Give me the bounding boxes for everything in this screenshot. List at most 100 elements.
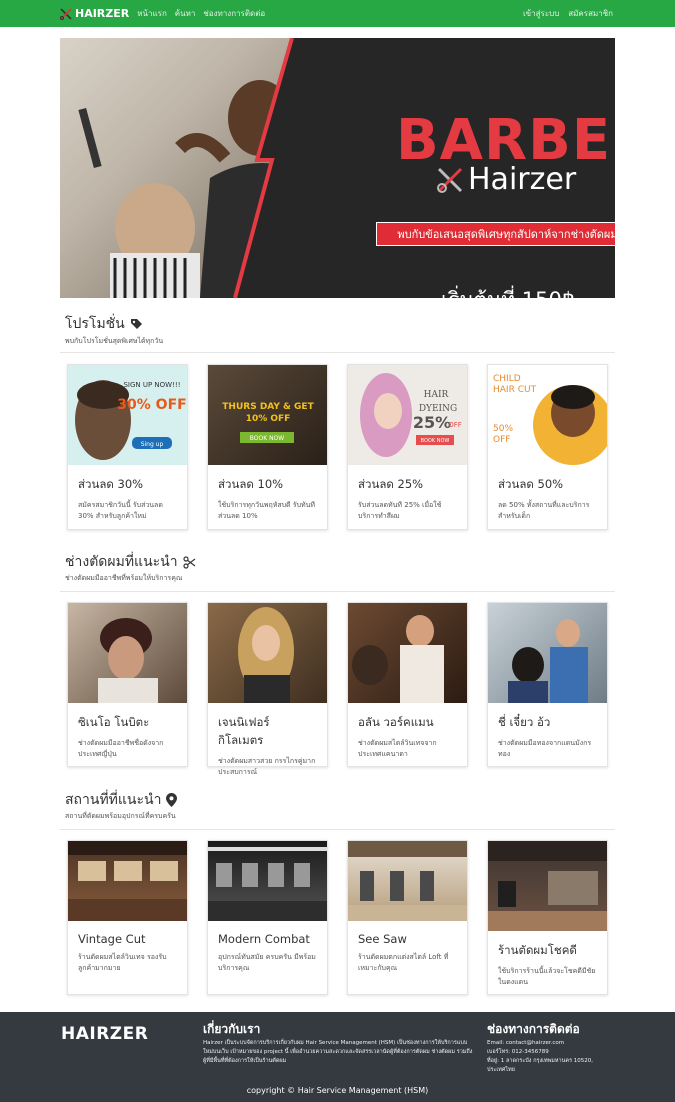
barber-photo <box>208 603 327 703</box>
place-card[interactable]: Modern Combat อุปกรณ์ทันสมัย ครบครัน มีพ… <box>207 840 328 995</box>
card-title: ซิเนโอ โนบิตะ <box>78 715 150 729</box>
promo-img-text: 10% OFF <box>246 414 291 424</box>
promo-img-text: BOOK NOW <box>421 438 450 444</box>
barbers-title: ช่างตัดผมที่แนะนำ <box>65 551 196 573</box>
card-text: ช่างตัดผมสไตล์วินเทจจากประเทศแคนาดา <box>358 739 437 758</box>
promo-img-text: 50% <box>493 424 513 434</box>
promo-img-text: 25% <box>413 413 451 432</box>
nav-home-link[interactable]: หน้าแรก <box>137 7 167 20</box>
card-title: ส่วนลด 10% <box>218 477 284 491</box>
promo-img-text: OFF <box>448 421 462 429</box>
footer-copyright: copyright © Hair Service Management (HSM… <box>246 1086 429 1095</box>
promo-image: CHILD HAIR CUT 50% OFF <box>488 365 607 465</box>
promotions-subtitle: พบกับโปรโมชั่นสุดพิเศษได้ทุกวัน <box>65 337 164 345</box>
card-title: ชี่ เจี๋ยว อ้ว <box>498 715 551 729</box>
scissors-icon <box>182 555 195 569</box>
card-title: Modern Combat <box>218 932 310 946</box>
card-text: ช่างตัดผมมืออาชีพชื่อดังจากประเทศญี่ปุ่น <box>78 739 164 758</box>
barber-photo <box>68 603 187 703</box>
places-subtitle: สถานที่ตัดผมพร้อมอุปกรณ์ที่ครบครัน <box>65 812 176 820</box>
card-title: ร้านตัดผมโชคดี <box>498 943 577 957</box>
promo-img-text: CHILD <box>493 374 521 384</box>
footer: HAIRZER เกี่ยวกับเรา Hairzer เป็นระบบจัด… <box>0 1012 675 1102</box>
barber-card[interactable]: เจนนิเฟอร์ กิโลเมตร ช่างตัดผมสาวสวย กรรไ… <box>207 602 328 776</box>
card-text: รับส่วนลดทันที 25% เมื่อใช้บริการทำสีผม <box>358 501 442 520</box>
promo-img-text: HAIR CUT <box>493 385 537 395</box>
hero-brand-name: Hairzer <box>468 162 577 197</box>
promotions-title-text: โปรโมชั่น <box>65 316 125 332</box>
card-text: ร้านตัดผมสไตล์วินเทจ รองรับลูกค้ามากมาย <box>78 953 167 972</box>
footer-about-text: Hairzer เป็นระบบจัดการบริการเกี่ยวกับผม … <box>203 1040 473 1064</box>
footer-phone: เบอร์โทร: 012-3456789 <box>487 1049 549 1055</box>
place-photo <box>208 841 327 921</box>
footer-email[interactable]: Email: contact@hairzer.com <box>487 1039 617 1048</box>
footer-logo: HAIRZER <box>61 1024 149 1044</box>
barber-card[interactable]: ชี่ เจี๋ยว อ้ว ช่างตัดผมมือทองจากแดนมังก… <box>487 602 608 767</box>
barber-photo <box>348 603 467 703</box>
places-title: สถานที่ที่แนะนำ <box>65 789 178 811</box>
promo-card[interactable]: HAIR DYEING 25% OFF BOOK NOW ส่วนลด 25% … <box>347 364 468 530</box>
place-photo <box>348 841 467 921</box>
promo-image: SIGN UP NOW!!! 30% OFF Sing up <box>68 365 187 465</box>
scissors-comb-icon <box>437 167 463 193</box>
card-title: Vintage Cut <box>78 932 146 946</box>
promo-card[interactable]: THURS DAY & GET 10% OFF BOOK NOW ส่วนลด … <box>207 364 328 530</box>
divider <box>60 352 615 353</box>
barbers-subtitle: ช่างตัดผมมืออาชีพที่พร้อมให้บริการคุณ <box>65 574 183 582</box>
footer-about-title: เกี่ยวกับเรา <box>203 1022 261 1036</box>
navbar: HAIRZER หน้าแรก ค้นหา ช่องทางการติดต่อ เ… <box>0 0 675 27</box>
place-photo <box>68 841 187 921</box>
login-link[interactable]: เข้าสู่ระบบ <box>523 7 559 20</box>
promo-img-text: BOOK NOW <box>250 435 285 442</box>
barber-photo <box>488 603 607 703</box>
divider <box>60 591 615 592</box>
place-card[interactable]: Vintage Cut ร้านตัดผมสไตล์วินเทจ รองรับล… <box>67 840 188 995</box>
card-text: อุปกรณ์ทันสมัย ครบครัน มีพร้อมบริการคุณ <box>218 953 316 972</box>
card-title: ส่วนลด 30% <box>78 477 144 491</box>
card-title: เจนนิเฟอร์ กิโลเมตร <box>218 715 270 747</box>
footer-contact-title: ช่องทางการติดต่อ <box>487 1022 580 1036</box>
card-text: สมัครสมาชิกวันนี้ รับส่วนลด 30% สำหรับลู… <box>78 501 163 520</box>
hero-banner: พบกับข้อเสนอสุดพิเศษทุกสัปดาห์จากช่างตัด… <box>376 222 615 246</box>
brand-link[interactable]: HAIRZER <box>60 7 129 20</box>
card-title: ส่วนลด 25% <box>358 477 424 491</box>
card-text: ช่างตัดผมมือทองจากแดนมังกรทอง <box>498 739 592 758</box>
scissors-comb-icon <box>60 7 72 20</box>
promo-image: THURS DAY & GET 10% OFF BOOK NOW <box>208 365 327 465</box>
tag-icon <box>130 318 142 329</box>
promo-image: HAIR DYEING 25% OFF BOOK NOW <box>348 365 467 465</box>
barber-card[interactable]: อลัน วอร์คแมน ช่างตัดผมสไตล์วินเทจจากประ… <box>347 602 468 767</box>
divider <box>60 829 615 830</box>
places-title-text: สถานที่ที่แนะนำ <box>65 792 162 808</box>
footer-contact-info: Email: contact@hairzer.com เบอร์โทร: 012… <box>487 1039 617 1075</box>
card-title: อลัน วอร์คแมน <box>358 715 434 729</box>
nav-contact-link[interactable]: ช่องทางการติดต่อ <box>203 7 265 20</box>
promo-card[interactable]: CHILD HAIR CUT 50% OFF ส่วนลด 50% ลด 50%… <box>487 364 608 530</box>
place-card[interactable]: See Saw ร้านตัดผมตกแต่งสไตล์ Loft ที่เหม… <box>347 840 468 995</box>
promotions-title: โปรโมชั่น <box>65 313 143 335</box>
promo-img-text: OFF <box>493 435 510 445</box>
promo-img-text: Sing up <box>141 441 164 448</box>
place-photo <box>488 841 607 931</box>
card-text: ช่างตัดผมสาวสวย กรรไกรคู่มากประสบการณ์ <box>218 757 316 776</box>
nav-search-link[interactable]: ค้นหา <box>175 7 196 20</box>
hero-carousel: BARBER Hairzer พบกับข้อเสนอสุดพิเศษทุกสั… <box>60 38 615 298</box>
card-text: ใช้บริการทุกวันพฤหัสบดี รับทันทีส่วนลด 1… <box>218 501 316 520</box>
card-text: ลด 50% ทั้งสถานที่และบริการสำหรับเด็ก <box>498 501 590 520</box>
promo-img-text: THURS DAY & GET <box>222 402 314 412</box>
map-marker-icon <box>166 793 178 807</box>
card-text: ร้านตัดผมตกแต่งสไตล์ Loft ที่เหมาะกับคุณ <box>358 953 449 972</box>
footer-address: ที่อยู่: 1 ลาดกระบัง กรุงเทพมหานคร 10520… <box>487 1058 594 1073</box>
promo-card[interactable]: SIGN UP NOW!!! 30% OFF Sing up ส่วนลด 30… <box>67 364 188 530</box>
promo-img-text: SIGN UP NOW!!! <box>123 381 180 389</box>
promo-img-text: 30% OFF <box>117 397 186 413</box>
register-link[interactable]: สมัครสมาชิก <box>568 7 613 20</box>
promo-img-text: HAIR <box>424 390 449 400</box>
card-title: See Saw <box>358 932 407 946</box>
barber-card[interactable]: ซิเนโอ โนบิตะ ช่างตัดผมมืออาชีพชื่อดังจา… <box>67 602 188 767</box>
hero-price: เริ่มต้นที่ 150฿ <box>441 284 575 298</box>
card-title: ส่วนลด 50% <box>498 477 564 491</box>
card-text: ใช้บริการร้านนี้แล้วจะโชคดีมีชัยในดงแดน <box>498 967 596 986</box>
barbers-title-text: ช่างตัดผมที่แนะนำ <box>65 554 178 570</box>
place-card[interactable]: ร้านตัดผมโชคดี ใช้บริการร้านนี้แล้วจะโชค… <box>487 840 608 995</box>
